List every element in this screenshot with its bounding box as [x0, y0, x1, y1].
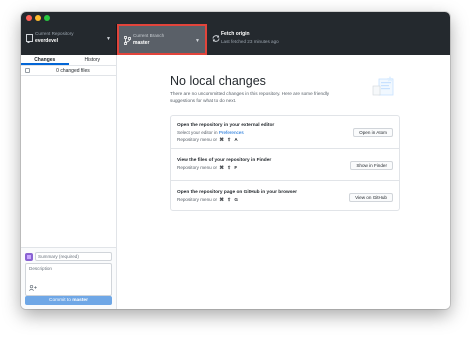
preferences-link[interactable]: Preferences: [219, 130, 244, 135]
current-branch-value: master: [133, 40, 150, 46]
caret-down-icon: ▼: [106, 36, 111, 42]
person-add-icon[interactable]: [29, 284, 37, 293]
command-key-icon: ⌘: [219, 165, 224, 170]
suggestions-list: Open the repository in your external edi…: [170, 115, 400, 211]
changed-files-header: 0 changed files: [21, 66, 116, 76]
suggestion-title: Open the repository in your external edi…: [177, 123, 275, 128]
shift-key-icon: ⇧: [227, 165, 232, 170]
current-repository-label: Current Repository: [35, 31, 74, 36]
page-title: No local changes: [170, 74, 266, 88]
tab-history[interactable]: History: [69, 55, 117, 65]
current-repository-value: everdevel: [35, 38, 59, 44]
fetch-origin-label: Fetch origin: [221, 31, 250, 37]
suggestion-menu-hint: Repository menu or: [177, 165, 218, 170]
minimize-window-button[interactable]: [35, 15, 41, 21]
suggestion-show-finder: View the files of your repository in Fin…: [171, 148, 399, 180]
suggestion-shortcut-line: Repository menu or ⌘ ⇧ F: [177, 165, 238, 171]
commit-message-area: Commit to master: [21, 247, 116, 309]
command-key-icon: ⌘: [219, 137, 224, 142]
suggestion-menu-hint: Repository menu or: [177, 197, 218, 202]
changed-files-count: 0 changed files: [56, 67, 90, 74]
title-bar: [21, 12, 450, 24]
main-panel: No local changes There are no uncommitte…: [117, 55, 450, 309]
shift-key-icon: ⇧: [227, 197, 232, 202]
toolbar: Current Repository everdevel ▼ Current B…: [21, 24, 450, 55]
shortcut-key: G: [234, 197, 238, 202]
sync-icon: [212, 34, 220, 44]
suggestion-editor-line: Select your editor in Preferences: [177, 130, 244, 135]
repo-icon: [26, 34, 34, 44]
suggestion-shortcut-line: Repository menu or ⌘ ⇧ A: [177, 137, 239, 143]
command-key-icon: ⌘: [219, 197, 224, 202]
current-branch-button[interactable]: Current Branch master ▼: [117, 24, 207, 55]
current-repository-button[interactable]: Current Repository everdevel ▼: [21, 24, 117, 55]
close-window-button[interactable]: [26, 15, 32, 21]
branch-icon: [123, 35, 132, 46]
caret-down-icon: ▼: [195, 38, 200, 44]
empty-state-illustration: [372, 76, 394, 96]
commit-description-input[interactable]: [26, 264, 111, 286]
page-subtitle: There are no uncommitted changes in this…: [170, 91, 330, 103]
avatar: [25, 253, 33, 261]
shortcut-key: F: [234, 165, 238, 170]
shift-key-icon: ⇧: [227, 137, 232, 142]
suggestion-menu-hint: Repository menu or: [177, 137, 218, 142]
commit-button-prefix: Commit to: [49, 298, 73, 303]
sidebar: Changes History 0 changed files Commit t…: [21, 55, 117, 309]
view-on-github-button[interactable]: View on GitHub: [349, 193, 393, 202]
suggestion-view-github: Open the repository page on GitHub in yo…: [171, 180, 399, 212]
current-branch-label: Current Branch: [133, 33, 165, 38]
tab-changes[interactable]: Changes: [21, 55, 69, 65]
show-in-finder-button[interactable]: Show in Finder: [350, 161, 393, 170]
app-window: Current Repository everdevel ▼ Current B…: [21, 12, 450, 309]
suggestion-shortcut-line: Repository menu or ⌘ ⇧ G: [177, 197, 239, 203]
commit-summary-input[interactable]: [35, 252, 112, 261]
zoom-window-button[interactable]: [44, 15, 50, 21]
last-fetched-text: Last fetched 23 minutes ago: [221, 39, 279, 44]
open-in-editor-button[interactable]: Open in Atom: [353, 128, 393, 137]
commit-description-box: [25, 263, 112, 296]
commit-button-branch: master: [72, 298, 88, 303]
suggestion-open-editor: Open the repository in your external edi…: [171, 116, 399, 148]
fetch-origin-button[interactable]: Fetch origin Last fetched 23 minutes ago: [207, 24, 450, 55]
shortcut-key: A: [234, 137, 238, 142]
suggestion-title: Open the repository page on GitHub in yo…: [177, 190, 297, 195]
sidebar-tabs: Changes History: [21, 55, 116, 66]
suggestion-title: View the files of your repository in Fin…: [177, 158, 272, 163]
commit-button[interactable]: Commit to master: [25, 296, 112, 305]
suggestion-editor-prefix: Select your editor in: [177, 130, 219, 135]
